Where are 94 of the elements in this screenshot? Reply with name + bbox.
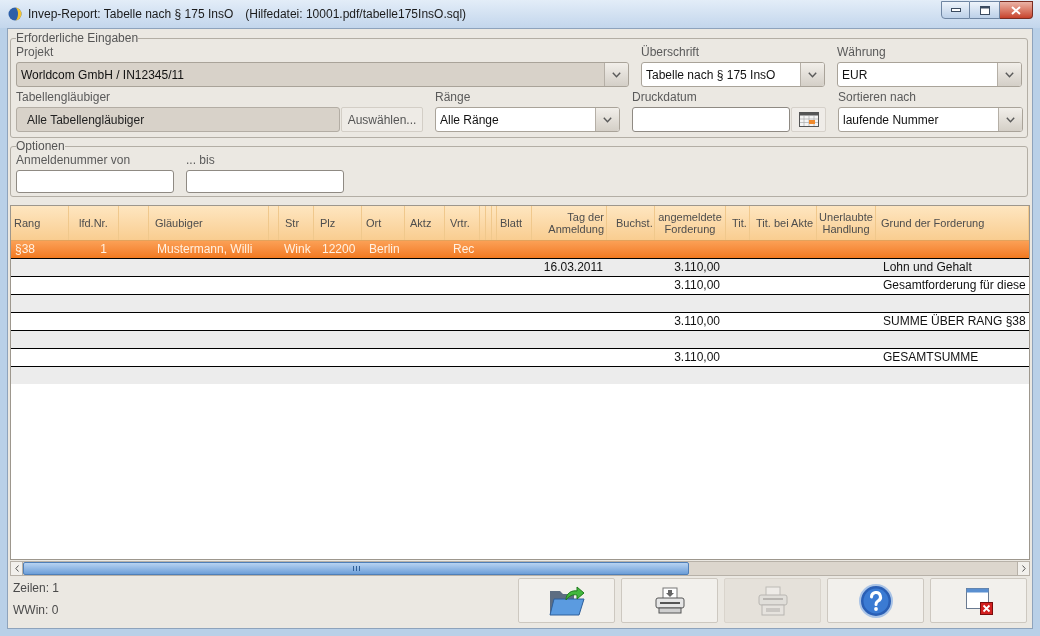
table-row[interactable]: 3.110,00 Gesamtforderung für diese [11, 276, 1029, 294]
column-header[interactable]: Unerlaubte Handlung [817, 206, 876, 240]
close-button[interactable] [1000, 1, 1033, 19]
column-header[interactable]: Vrtr. [445, 206, 480, 240]
scrollbar-thumb[interactable] [23, 562, 689, 575]
table-cell-text: 3.110,00 [673, 313, 721, 330]
table-cell-text: §38 [14, 241, 37, 258]
dropdown[interactable]: Alle Ränge [435, 107, 620, 132]
table-cell-text: 1 [99, 241, 108, 258]
table-cell-text: Gesamtforderung für diese [882, 277, 1027, 294]
scroll-left-button[interactable] [11, 562, 23, 575]
chevron-down-icon [612, 71, 621, 78]
table-cell-text: 16.03.2011 [542, 259, 604, 276]
column-header[interactable]: Plz [314, 206, 362, 240]
table-cell-text: 3.110,00 [673, 349, 721, 366]
column-header[interactable]: Tit. bei Akte [750, 206, 817, 240]
field-label: Projekt [16, 45, 55, 60]
chevron-down-icon [603, 116, 612, 123]
dropdown-button[interactable] [997, 63, 1021, 86]
table-row[interactable]: 3.110,00 SUMME ÜBER RANG §38 [11, 312, 1029, 330]
maximize-button[interactable] [970, 1, 1000, 19]
status-label: WWin: 0 [13, 603, 60, 617]
dropdown-button[interactable] [998, 108, 1022, 131]
field-label: Währung [837, 45, 887, 60]
print-button[interactable] [621, 578, 718, 623]
chevron-right-icon [1021, 565, 1026, 572]
table-row[interactable] [11, 330, 1029, 348]
column-header[interactable]: Tit. [726, 206, 750, 240]
dropdown[interactable]: EUR [837, 62, 1022, 87]
scroll-right-button[interactable] [1017, 562, 1029, 575]
printer-icon [654, 587, 685, 614]
window-title: Invep-Report: Tabelle nach § 175 InsO [28, 6, 234, 23]
table-cell-text: Lohn und Gehalt [882, 259, 973, 276]
field-label: ... bis [186, 153, 216, 168]
field-label: Druckdatum [632, 90, 698, 105]
table-row[interactable] [11, 294, 1029, 312]
folder-button[interactable] [518, 578, 615, 623]
minimize-icon [950, 8, 961, 12]
minimize-button[interactable] [941, 1, 970, 19]
field-label: Überschrift [641, 45, 700, 60]
chevron-down-icon [808, 71, 817, 78]
help-file-label: (Hilfedatei: 10001.pdf/tabelle175InsO.sql) [245, 6, 467, 23]
column-header[interactable]: Ort [362, 206, 405, 240]
column-header[interactable]: Blatt [497, 206, 532, 240]
calendar-button[interactable] [791, 107, 826, 132]
table-cell-text: Rec [452, 241, 476, 258]
dropdown[interactable]: Tabelle nach § 175 InsO [641, 62, 825, 87]
column-header[interactable]: Grund der Forderung [876, 206, 1029, 240]
column-header[interactable]: lfd.Nr. [69, 206, 119, 240]
column-header[interactable]: Gläubiger [149, 206, 269, 240]
table-cell-text: Berlin [368, 241, 401, 258]
field-label: Sortieren nach [838, 90, 918, 105]
table-cell-text: GESAMTSUMME [882, 349, 980, 366]
table-row[interactable] [11, 366, 1029, 384]
folder-arrow-icon [548, 585, 585, 616]
chevron-down-icon [1006, 116, 1015, 123]
column-header[interactable]: Str [279, 206, 314, 240]
text-field[interactable] [16, 170, 174, 193]
table-cell-text: 3.110,00 [673, 277, 721, 294]
field-label: Ränge [435, 90, 472, 105]
maximize-icon [979, 5, 990, 15]
help-button[interactable] [827, 578, 924, 623]
horizontal-scrollbar[interactable] [10, 561, 1030, 576]
date-field[interactable] [632, 107, 790, 132]
close-icon [1011, 5, 1021, 15]
window-close-icon [964, 586, 993, 615]
help-icon [858, 583, 893, 618]
table-cell-text: Wink [283, 241, 312, 258]
calendar-icon [798, 112, 819, 127]
column-header[interactable]: angemeldete Forderung [655, 206, 726, 240]
chevron-down-icon [1005, 71, 1014, 78]
app-icon [8, 7, 22, 21]
group-legend: Optionen [16, 139, 65, 153]
dropdown-button[interactable] [595, 108, 619, 131]
table-row[interactable]: 3.110,00 GESAMTSUMME [11, 348, 1029, 366]
dropdown[interactable]: laufende Nummer [838, 107, 1023, 132]
group-legend: Erforderliche Eingaben [16, 31, 139, 45]
status-label: Zeilen: 1 [13, 581, 60, 595]
table-cell-text: 3.110,00 [673, 259, 721, 276]
printer-icon [756, 585, 789, 616]
column-header[interactable]: Buchst. [607, 206, 655, 240]
table-row[interactable]: 16.03.2011 3.110,00 Lohn und Gehalt [11, 258, 1029, 276]
dropdown-button[interactable] [800, 63, 824, 86]
column-header[interactable]: Rang [11, 206, 69, 240]
field-label: Tabellengläubiger [16, 90, 112, 105]
grip-icon [352, 566, 360, 571]
text-field[interactable] [186, 170, 344, 193]
column-header[interactable]: Aktz [405, 206, 445, 240]
table-cell-text: 12200 [321, 241, 357, 258]
column-header[interactable]: Tag der Anmeldung [532, 206, 607, 240]
table-cell-text: SUMME ÜBER RANG §38 [882, 313, 1027, 330]
field-label: Anmeldenummer von [16, 153, 132, 168]
table-cell-text: Mustermann, Willi [156, 241, 254, 258]
chevron-left-icon [14, 565, 19, 572]
